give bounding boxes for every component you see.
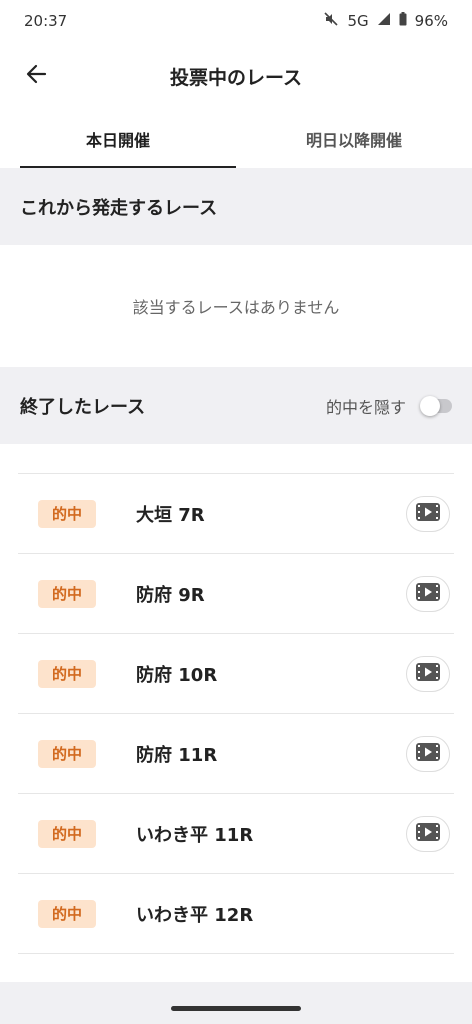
video-icon bbox=[415, 742, 441, 766]
hit-badge: 的中 bbox=[38, 819, 96, 848]
battery-icon bbox=[399, 12, 407, 30]
race-name: 大垣 7R bbox=[136, 504, 205, 526]
finished-section-header: 終了したレース 的中を隠す bbox=[0, 367, 472, 444]
video-button[interactable] bbox=[406, 575, 450, 612]
hide-hits-control: 的中を隠す bbox=[326, 394, 452, 418]
empty-message: 該当するレースはありません bbox=[132, 298, 340, 317]
bottom-gray-area bbox=[0, 982, 472, 1024]
race-row[interactable]: 的中 防府 10R bbox=[18, 634, 454, 714]
hide-hits-toggle[interactable] bbox=[420, 395, 452, 416]
race-row[interactable]: 的中 いわき平 11R bbox=[18, 794, 454, 874]
race-name: 防府 11R bbox=[136, 744, 218, 766]
finished-race-list: 的中 大垣 7R 的中 防府 9R 的中 防府 10R 的中 防府 11R 的中… bbox=[18, 473, 454, 954]
video-button[interactable] bbox=[406, 815, 450, 852]
hit-badge: 的中 bbox=[38, 499, 96, 528]
upcoming-section-header: これから発走するレース bbox=[0, 168, 472, 245]
race-row[interactable]: 的中 防府 9R bbox=[18, 554, 454, 634]
video-button[interactable] bbox=[406, 495, 450, 532]
race-name: いわき平 11R bbox=[136, 824, 254, 846]
tab-bar: 本日開催 明日以降開催 bbox=[0, 110, 472, 169]
status-icons: 5G 96% bbox=[323, 11, 448, 31]
hit-badge: 的中 bbox=[38, 579, 96, 608]
hit-badge: 的中 bbox=[38, 899, 96, 928]
video-icon bbox=[415, 502, 441, 526]
signal-icon bbox=[377, 12, 391, 30]
video-button[interactable] bbox=[406, 655, 450, 692]
video-icon bbox=[415, 822, 441, 846]
gesture-nav-handle[interactable] bbox=[171, 1006, 301, 1011]
video-icon bbox=[415, 662, 441, 686]
race-name: いわき平 12R bbox=[136, 904, 254, 926]
race-row[interactable]: 的中 防府 11R bbox=[18, 714, 454, 794]
finished-section-title: 終了したレース bbox=[20, 396, 146, 418]
upcoming-section-title: これから発走するレース bbox=[20, 197, 218, 219]
hit-badge: 的中 bbox=[38, 739, 96, 768]
race-name: 防府 9R bbox=[136, 584, 205, 606]
back-arrow-icon bbox=[25, 63, 47, 89]
hide-hits-label: 的中を隠す bbox=[325, 397, 406, 417]
battery-percent: 96% bbox=[414, 12, 448, 30]
video-button[interactable] bbox=[406, 735, 450, 772]
page-title: 投票中のレース bbox=[169, 66, 303, 89]
status-time: 20:37 bbox=[24, 12, 68, 30]
race-name: 防府 10R bbox=[136, 664, 218, 686]
race-row[interactable]: 的中 大垣 7R bbox=[18, 474, 454, 554]
race-row[interactable]: 的中 いわき平 12R bbox=[18, 874, 454, 954]
hit-badge: 的中 bbox=[38, 659, 96, 688]
tab-today[interactable]: 本日開催 bbox=[0, 110, 236, 169]
back-button[interactable] bbox=[16, 56, 56, 96]
video-icon bbox=[415, 582, 441, 606]
network-label: 5G bbox=[347, 12, 369, 30]
status-bar: 20:37 5G 96% bbox=[0, 0, 472, 42]
app-bar: 投票中のレース bbox=[0, 42, 472, 110]
mute-icon bbox=[323, 11, 339, 31]
tab-tomorrow-onward[interactable]: 明日以降開催 bbox=[236, 110, 472, 168]
